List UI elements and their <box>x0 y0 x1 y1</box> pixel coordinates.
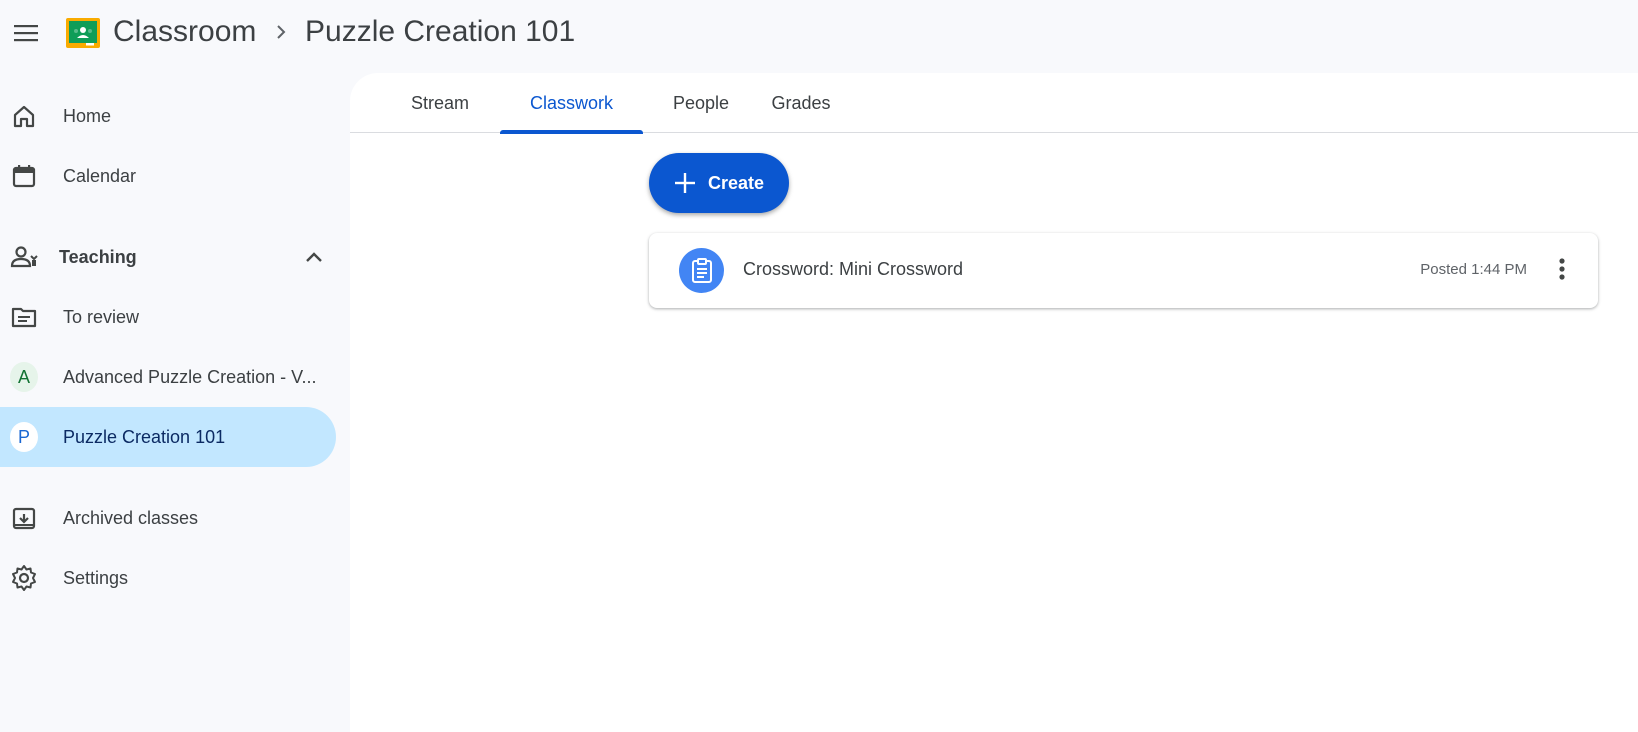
classwork-item-posted-time: Posted 1:44 PM <box>1420 261 1527 278</box>
chevron-right-icon <box>277 25 286 39</box>
active-tab-indicator <box>500 130 643 134</box>
tab-grades[interactable]: Grades <box>756 73 846 133</box>
sidebar-item-archived-classes[interactable]: Archived classes <box>0 488 336 548</box>
class-avatar-letter: P <box>10 422 38 452</box>
class-avatar: A <box>10 362 38 392</box>
tab-people[interactable]: People <box>656 73 746 133</box>
sidebar-item-label: Home <box>63 105 112 126</box>
folder-review-icon <box>10 303 38 331</box>
sidebar-item-label: To review <box>63 306 140 327</box>
classroom-logo-icon[interactable] <box>66 18 100 48</box>
class-title[interactable]: Puzzle Creation 101 <box>305 14 575 50</box>
tab-label: Classwork <box>529 92 613 113</box>
sidebar-item-to-review[interactable]: To review <box>0 287 336 347</box>
sidebar-item-label: Settings <box>63 567 129 588</box>
sidebar-item-label: Archived classes <box>63 507 199 528</box>
main-content: Stream Classwork People Grades Create Cr… <box>350 73 1638 732</box>
chevron-up-icon[interactable] <box>300 243 328 271</box>
hamburger-menu-icon <box>14 25 38 42</box>
assignment-icon <box>679 248 724 293</box>
sidebar-item-calendar[interactable]: Calendar <box>0 146 336 206</box>
create-button[interactable]: Create <box>649 153 789 213</box>
teacher-icon <box>10 243 38 271</box>
main-menu-button[interactable] <box>6 13 46 53</box>
classwork-item-title[interactable]: Crossword: Mini Crossword <box>743 259 963 280</box>
sidebar-item-settings[interactable]: Settings <box>0 548 336 608</box>
sidebar-item-label: Puzzle Creation 101 <box>63 426 226 447</box>
tab-classwork[interactable]: Classwork <box>500 73 643 134</box>
classwork-item[interactable]: Crossword: Mini Crossword Posted 1:44 PM <box>649 233 1598 308</box>
sidebar-item-puzzle-creation-101[interactable]: P Puzzle Creation 101 <box>0 407 336 467</box>
plus-icon <box>675 173 695 193</box>
sidebar-item-home[interactable]: Home <box>0 86 336 146</box>
sidebar-item-label: Advanced Puzzle Creation - V... <box>63 366 317 387</box>
tab-label: Stream <box>410 92 470 113</box>
app-title[interactable]: Classroom <box>113 14 256 50</box>
create-button-label: Create <box>708 172 765 193</box>
tab-bar: Stream Classwork People Grades <box>350 73 1638 134</box>
tab-label: People <box>672 92 730 113</box>
sidebar-item-label: Calendar <box>63 165 137 186</box>
tab-label: Grades <box>771 92 831 113</box>
tab-stream[interactable]: Stream <box>390 73 490 133</box>
sidebar-section-teaching[interactable]: Teaching <box>0 227 336 287</box>
more-options-icon[interactable] <box>1544 251 1580 287</box>
calendar-icon <box>10 162 38 190</box>
gear-icon <box>10 564 38 592</box>
home-icon <box>10 102 38 130</box>
sidebar-section-label: Teaching <box>59 246 137 267</box>
class-avatar-letter: A <box>10 362 38 392</box>
archive-icon <box>10 504 38 532</box>
sidebar-item-advanced-puzzle-creation[interactable]: A Advanced Puzzle Creation - V... <box>0 347 336 407</box>
top-bar: Classroom Puzzle Creation 101 <box>0 0 1638 66</box>
class-avatar: P <box>10 422 38 452</box>
